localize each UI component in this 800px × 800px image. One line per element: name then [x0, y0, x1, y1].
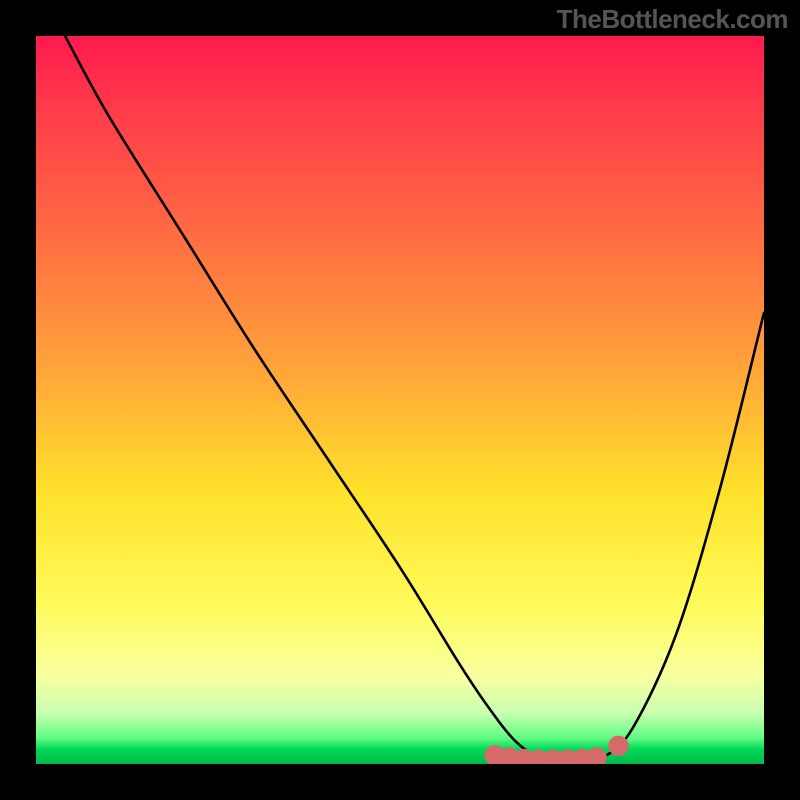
- watermark-text: TheBottleneck.com: [557, 4, 788, 35]
- chart-frame: TheBottleneck.com: [0, 0, 800, 800]
- chart-overlay: [36, 36, 764, 764]
- optimal-marker: [608, 736, 628, 756]
- optimal-band-markers: [484, 736, 628, 764]
- plot-area: [36, 36, 764, 764]
- optimal-marker: [586, 747, 606, 764]
- bottleneck-curve: [65, 36, 764, 762]
